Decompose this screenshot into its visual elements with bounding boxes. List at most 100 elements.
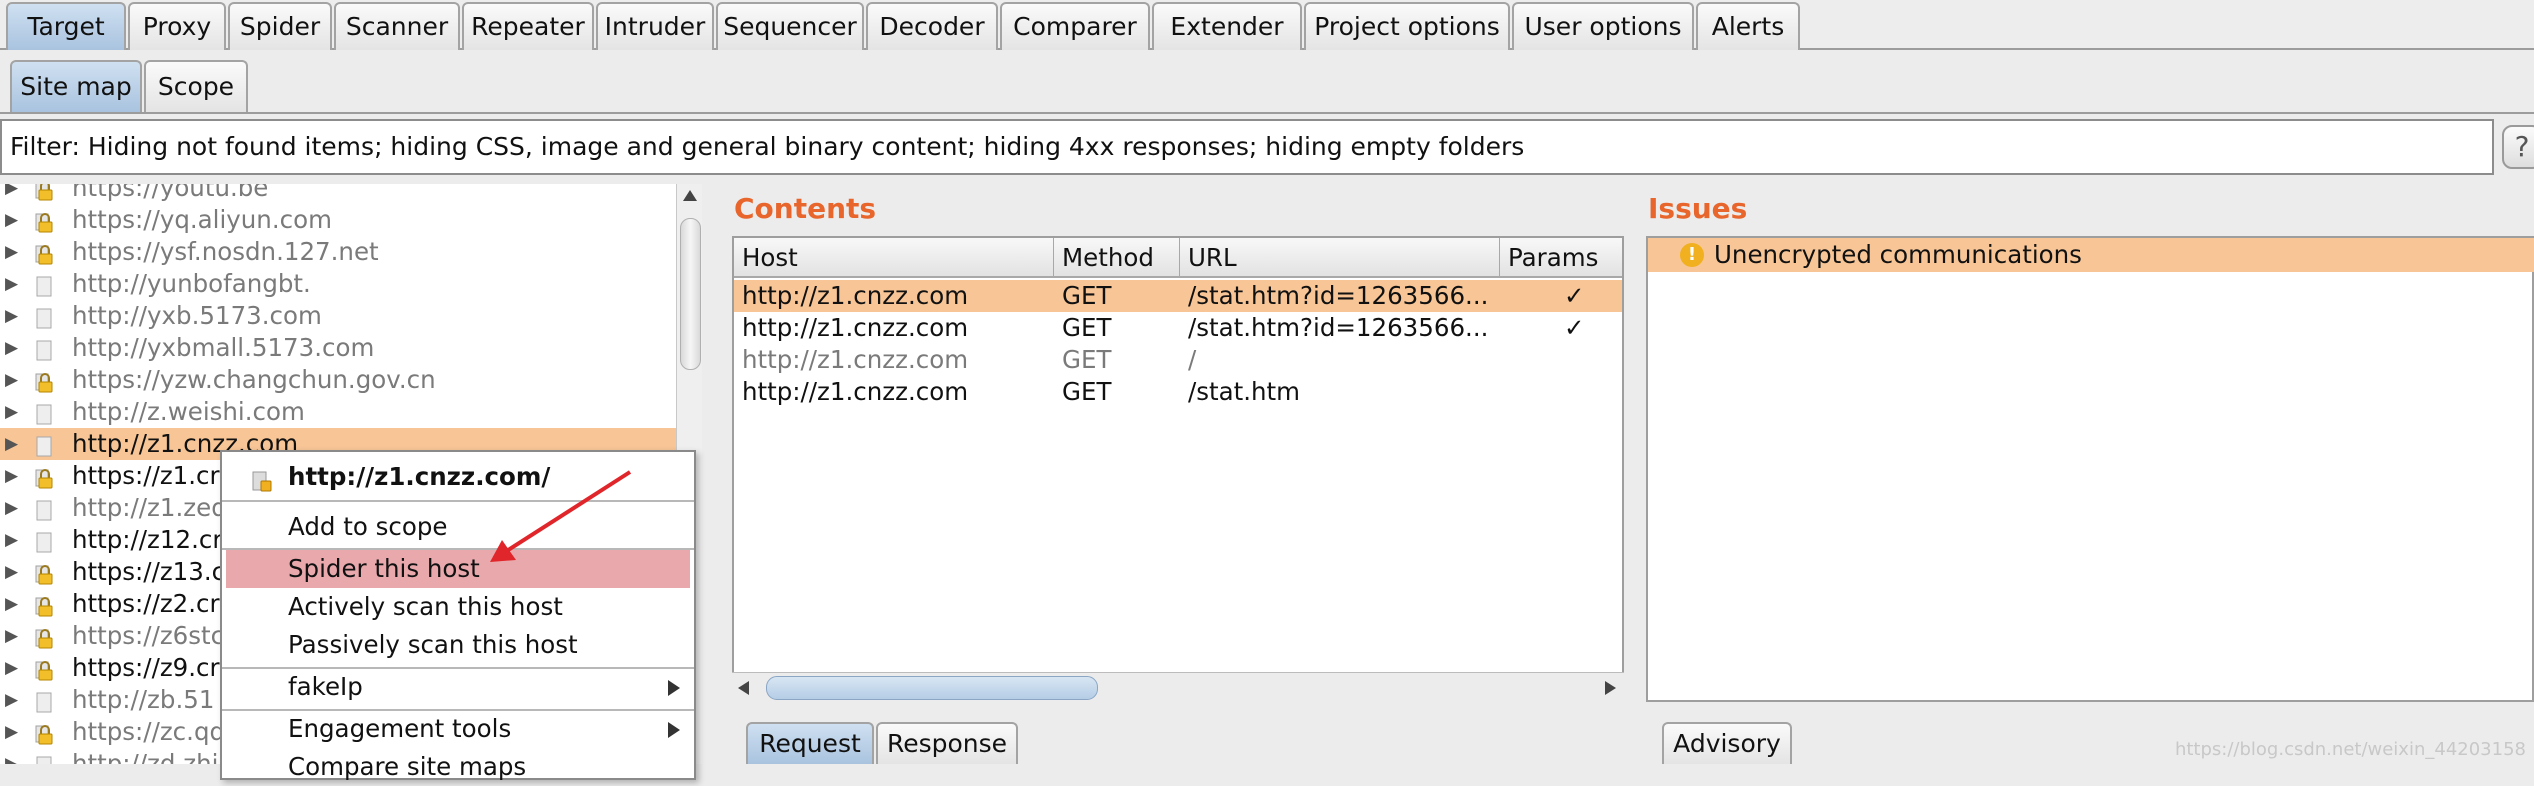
table-row[interactable]: http://z1.cnzz.com GET/stat.htm?id=126356…: [734, 280, 1622, 312]
filter-bar[interactable]: Filter: Hiding not found items; hiding C…: [0, 119, 2494, 175]
contents-scroll-thumb[interactable]: [766, 676, 1098, 700]
cell-url: /stat.htm?id=1263566...: [1188, 313, 1489, 342]
help-button[interactable]: ?: [2502, 125, 2534, 169]
site-tree-label: https://zc.qq: [72, 717, 226, 746]
expand-arrow-icon[interactable]: ▶: [5, 364, 19, 396]
menu-item-engagement-tools[interactable]: Engagement tools: [222, 710, 694, 748]
site-tree-label: https://z6stc: [72, 621, 225, 650]
expand-arrow-icon[interactable]: ▶: [5, 588, 19, 620]
expand-arrow-icon[interactable]: ▶: [5, 492, 19, 524]
tab-comparer[interactable]: Comparer: [1000, 2, 1150, 50]
tab-intruder[interactable]: Intruder: [596, 2, 714, 50]
issues-title: Issues: [1648, 192, 1748, 225]
tab-project-options[interactable]: Project options: [1304, 2, 1510, 50]
expand-arrow-icon[interactable]: ▶: [5, 748, 19, 764]
table-row[interactable]: http://z1.cnzz.com GET/stat.htm?id=126356…: [734, 312, 1622, 344]
expand-arrow-icon[interactable]: ▶: [5, 556, 19, 588]
site-tree-node[interactable]: ▶ https://yzw.changchun.gov.cn: [0, 364, 676, 396]
contents-hscrollbar[interactable]: [732, 672, 1624, 702]
site-tree-label: http://yxbmall.5173.com: [72, 333, 375, 362]
scroll-up-icon[interactable]: [683, 190, 697, 201]
site-tree-label: http://zd.zhi: [72, 749, 219, 764]
expand-arrow-icon[interactable]: ▶: [5, 332, 19, 364]
expand-arrow-icon[interactable]: ▶: [5, 684, 19, 716]
expand-arrow-icon[interactable]: ▶: [5, 184, 19, 204]
column-url[interactable]: URL: [1180, 238, 1500, 278]
page-icon: [34, 754, 54, 764]
contents-table[interactable]: Host Method URL Params http://z1.cnzz.co…: [732, 236, 1624, 702]
cell-host: http://z1.cnzz.com: [742, 377, 969, 406]
https-lock-icon: [34, 594, 54, 617]
column-method[interactable]: Method: [1054, 238, 1180, 278]
site-tree-node[interactable]: ▶ https://ysf.nosdn.127.net: [0, 236, 676, 268]
https-lock-icon: [34, 184, 54, 201]
site-tree-node[interactable]: ▶ http://yunbofangbt.: [0, 268, 676, 300]
menu-item-label: Spider this host: [288, 554, 480, 583]
tab-extender[interactable]: Extender: [1152, 2, 1302, 50]
site-tree-label: https://z9.cr: [72, 653, 220, 682]
expand-arrow-icon[interactable]: ▶: [5, 204, 19, 236]
watermark: https://blog.csdn.net/weixin_44203158: [2174, 739, 2526, 760]
table-row[interactable]: http://z1.cnzz.com GET/stat.htm: [734, 376, 1622, 408]
menu-item-fakeip[interactable]: fakeIp: [222, 668, 694, 706]
https-lock-icon: [34, 562, 54, 585]
site-tree-node[interactable]: ▶ http://yxbmall.5173.com: [0, 332, 676, 364]
tab-repeater[interactable]: Repeater: [462, 2, 594, 50]
menu-item-actively-scan-this-host[interactable]: Actively scan this host: [222, 588, 694, 626]
tab-scope[interactable]: Scope: [144, 60, 248, 112]
site-tree-node[interactable]: ▶ http://z.weishi.com: [0, 396, 676, 428]
page-icon: [34, 434, 54, 457]
page-icon: [34, 306, 54, 329]
tab-advisory[interactable]: Advisory: [1662, 722, 1792, 764]
tab-scanner[interactable]: Scanner: [334, 2, 460, 50]
tab-spider[interactable]: Spider: [228, 2, 332, 50]
site-tree-label: https://yq.aliyun.com: [72, 205, 332, 234]
site-tree-node[interactable]: ▶ https://yq.aliyun.com: [0, 204, 676, 236]
tab-site-map[interactable]: Site map: [10, 60, 142, 112]
page-icon: [34, 530, 54, 553]
issue-label: Unencrypted communications: [1714, 240, 2082, 269]
warning-icon: !: [1680, 243, 1704, 267]
menu-item-label: Compare site maps: [288, 752, 527, 781]
expand-arrow-icon[interactable]: ▶: [5, 460, 19, 492]
site-tree-label: http://z.weishi.com: [72, 397, 305, 426]
tab-response[interactable]: Response: [876, 722, 1018, 764]
contents-title: Contents: [734, 192, 877, 225]
scroll-left-icon[interactable]: [738, 681, 749, 695]
tab-user-options[interactable]: User options: [1512, 2, 1694, 50]
scroll-right-icon[interactable]: [1605, 681, 1616, 695]
tab-request[interactable]: Request: [746, 722, 874, 764]
site-tree-node[interactable]: ▶ https://youtu.be: [0, 184, 676, 204]
cell-method: GET: [1062, 345, 1112, 374]
tab-target[interactable]: Target: [6, 2, 126, 50]
site-tree-label: https://z2.cr: [72, 589, 220, 618]
expand-arrow-icon[interactable]: ▶: [5, 620, 19, 652]
expand-arrow-icon[interactable]: ▶: [5, 716, 19, 748]
expand-arrow-icon[interactable]: ▶: [5, 300, 19, 332]
page-lock-icon: [252, 466, 272, 492]
expand-arrow-icon[interactable]: ▶: [5, 428, 19, 460]
menu-item-label: fakeIp: [288, 672, 363, 701]
menu-item-passively-scan-this-host[interactable]: Passively scan this host: [222, 626, 694, 664]
site-tree-node[interactable]: ▶ http://yxb.5173.com: [0, 300, 676, 332]
issues-list[interactable]: ! Unencrypted communications: [1646, 236, 2534, 702]
table-row[interactable]: http://z1.cnzz.com GET /: [734, 344, 1622, 376]
column-params[interactable]: Params: [1500, 238, 1622, 278]
expand-arrow-icon[interactable]: ▶: [5, 652, 19, 684]
expand-arrow-icon[interactable]: ▶: [5, 524, 19, 556]
tab-alerts[interactable]: Alerts: [1696, 2, 1800, 50]
submenu-arrow-icon: [668, 680, 680, 696]
site-tree-label: https://ysf.nosdn.127.net: [72, 237, 379, 266]
expand-arrow-icon[interactable]: ▶: [5, 236, 19, 268]
expand-arrow-icon[interactable]: ▶: [5, 396, 19, 428]
tree-scroll-thumb[interactable]: [680, 218, 701, 370]
cell-method: GET: [1062, 377, 1112, 406]
expand-arrow-icon[interactable]: ▶: [5, 268, 19, 300]
tab-sequencer[interactable]: Sequencer: [716, 2, 864, 50]
column-host[interactable]: Host: [734, 238, 1054, 278]
issue-row[interactable]: ! Unencrypted communications: [1648, 238, 2534, 272]
menu-item-compare-site-maps[interactable]: Compare site maps: [222, 748, 694, 786]
tab-proxy[interactable]: Proxy: [128, 2, 226, 50]
tab-decoder[interactable]: Decoder: [866, 2, 998, 50]
cell-host: http://z1.cnzz.com: [742, 281, 969, 310]
